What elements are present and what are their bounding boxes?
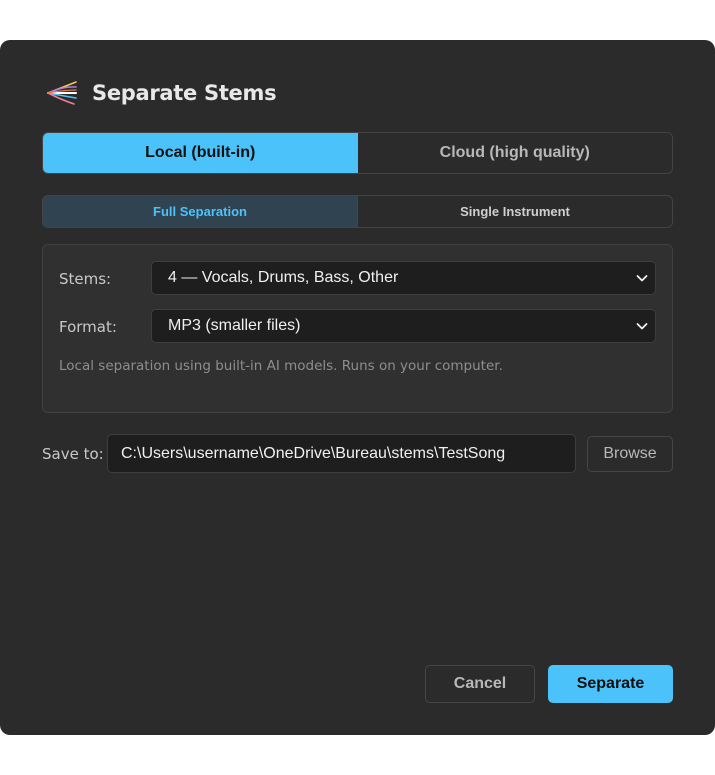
dialog-title: Separate Stems [92,81,277,105]
options-panel: Stems: 4 — Vocals, Drums, Bass, Other Fo… [42,244,673,413]
save-path-input[interactable] [107,434,576,473]
chevron-down-icon [636,323,648,330]
dialog-header: Separate Stems [46,78,277,108]
stems-select[interactable]: 4 — Vocals, Drums, Bass, Other [151,261,656,295]
info-note: Local separation using built-in AI model… [59,358,503,374]
format-label: Format: [59,318,117,336]
stems-label: Stems: [59,270,112,288]
separation-type-toggle: Full Separation Single Instrument [42,195,673,228]
tab-single-instrument[interactable]: Single Instrument [358,196,672,227]
separate-stems-dialog: Separate Stems Local (built-in) Cloud (h… [0,40,715,735]
cancel-button[interactable]: Cancel [425,665,535,703]
save-to-label: Save to: [42,445,104,463]
tab-cloud[interactable]: Cloud (high quality) [357,133,672,173]
stems-select-value: 4 — Vocals, Drums, Bass, Other [168,269,399,286]
format-select[interactable]: MP3 (smaller files) [151,309,656,343]
chevron-down-icon [636,275,648,282]
mode-toggle: Local (built-in) Cloud (high quality) [42,132,673,174]
browse-button[interactable]: Browse [587,436,673,472]
stems-fan-icon [47,81,77,105]
separate-button[interactable]: Separate [548,665,673,703]
format-select-value: MP3 (smaller files) [168,317,301,334]
tab-full-separation[interactable]: Full Separation [43,196,358,227]
tab-local[interactable]: Local (built-in) [43,133,358,173]
